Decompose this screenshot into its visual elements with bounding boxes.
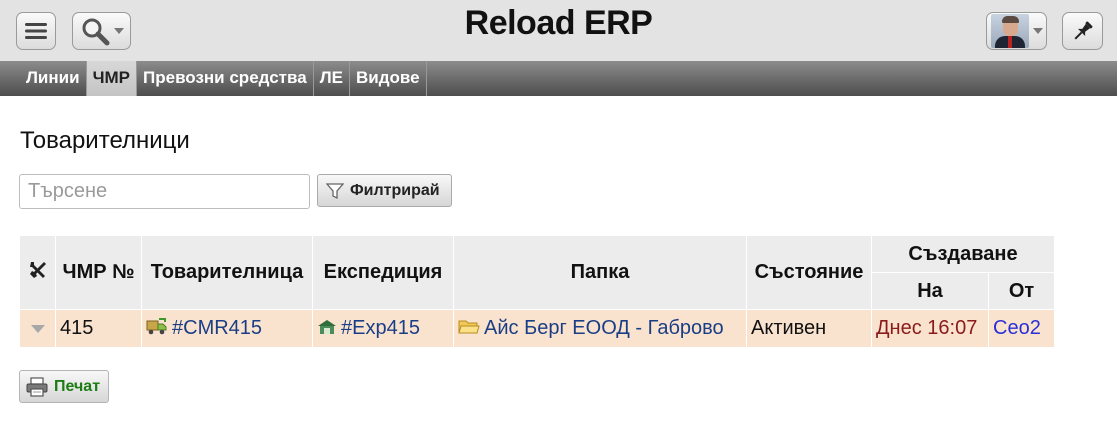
- user-menu-button[interactable]: [986, 12, 1047, 50]
- tab-cmr[interactable]: ЧМР: [86, 61, 138, 96]
- filter-button[interactable]: Филтрирай: [317, 174, 452, 207]
- funnel-icon: [326, 182, 344, 199]
- tab-lines[interactable]: Линии: [0, 61, 87, 96]
- folder-open-icon: [458, 320, 480, 334]
- tools-icon: [29, 261, 46, 278]
- triangle-down-icon: [30, 325, 45, 333]
- tab-types[interactable]: Видове: [350, 61, 427, 96]
- tab-vehicles[interactable]: Превозни средства: [137, 61, 314, 96]
- truck-icon: [146, 318, 167, 335]
- waybill-cell[interactable]: #CMR415: [141, 309, 313, 348]
- print-button-label: Печат: [54, 377, 101, 395]
- created-on-header[interactable]: На: [871, 272, 989, 310]
- avatar: [990, 14, 1029, 48]
- tab-bar: Линии ЧМР Превозни средства ЛЕ Видове: [0, 61, 1117, 96]
- created-by-header[interactable]: От: [988, 272, 1055, 310]
- created-by-cell[interactable]: Ceo2: [988, 309, 1055, 348]
- folder-cell[interactable]: Айс Берг ЕООД - Габрово: [453, 309, 747, 348]
- row-actions-cell[interactable]: [19, 309, 56, 348]
- printer-icon: [26, 376, 48, 397]
- folder-header[interactable]: Папка: [453, 235, 747, 310]
- status-header[interactable]: Състояние: [746, 235, 872, 310]
- print-button[interactable]: Печат: [19, 370, 109, 403]
- app-title: Reload ERP: [464, 4, 653, 42]
- cmr-number-cell: 415: [55, 309, 142, 348]
- pin-button[interactable]: [1062, 12, 1103, 50]
- cmr-number-header[interactable]: ЧМР №: [55, 235, 142, 310]
- expedition-cell[interactable]: #Exp415: [312, 309, 454, 348]
- expedition-header[interactable]: Експедиция: [312, 235, 454, 310]
- pushpin-icon: [1074, 21, 1092, 40]
- warehouse-icon: [318, 320, 336, 334]
- waybill-header[interactable]: Товарителница: [141, 235, 313, 310]
- waybills-table: ЧМР № Товарителница Експедиция Папка Със…: [19, 235, 1055, 348]
- folder-link[interactable]: Айс Берг ЕООД - Габрово: [484, 317, 724, 339]
- search-input[interactable]: [19, 174, 310, 209]
- page-title: Товарителници: [20, 127, 190, 154]
- status-cell: Активен: [746, 309, 872, 348]
- tools-column-header: [19, 235, 56, 310]
- created-on-cell: Днес 16:07: [871, 309, 989, 348]
- top-header: Reload ERP: [0, 0, 1117, 61]
- tab-le[interactable]: ЛЕ: [314, 61, 350, 96]
- chevron-down-icon: [1032, 28, 1043, 34]
- created-header: Създаване: [871, 235, 1055, 273]
- filter-button-label: Филтрирай: [350, 181, 440, 199]
- expedition-link[interactable]: #Exp415: [341, 317, 420, 339]
- waybill-link[interactable]: #CMR415: [172, 317, 262, 339]
- table-row: 415 #CMR415 #Exp415 Айс Берг ЕООД - Габр…: [19, 309, 1055, 348]
